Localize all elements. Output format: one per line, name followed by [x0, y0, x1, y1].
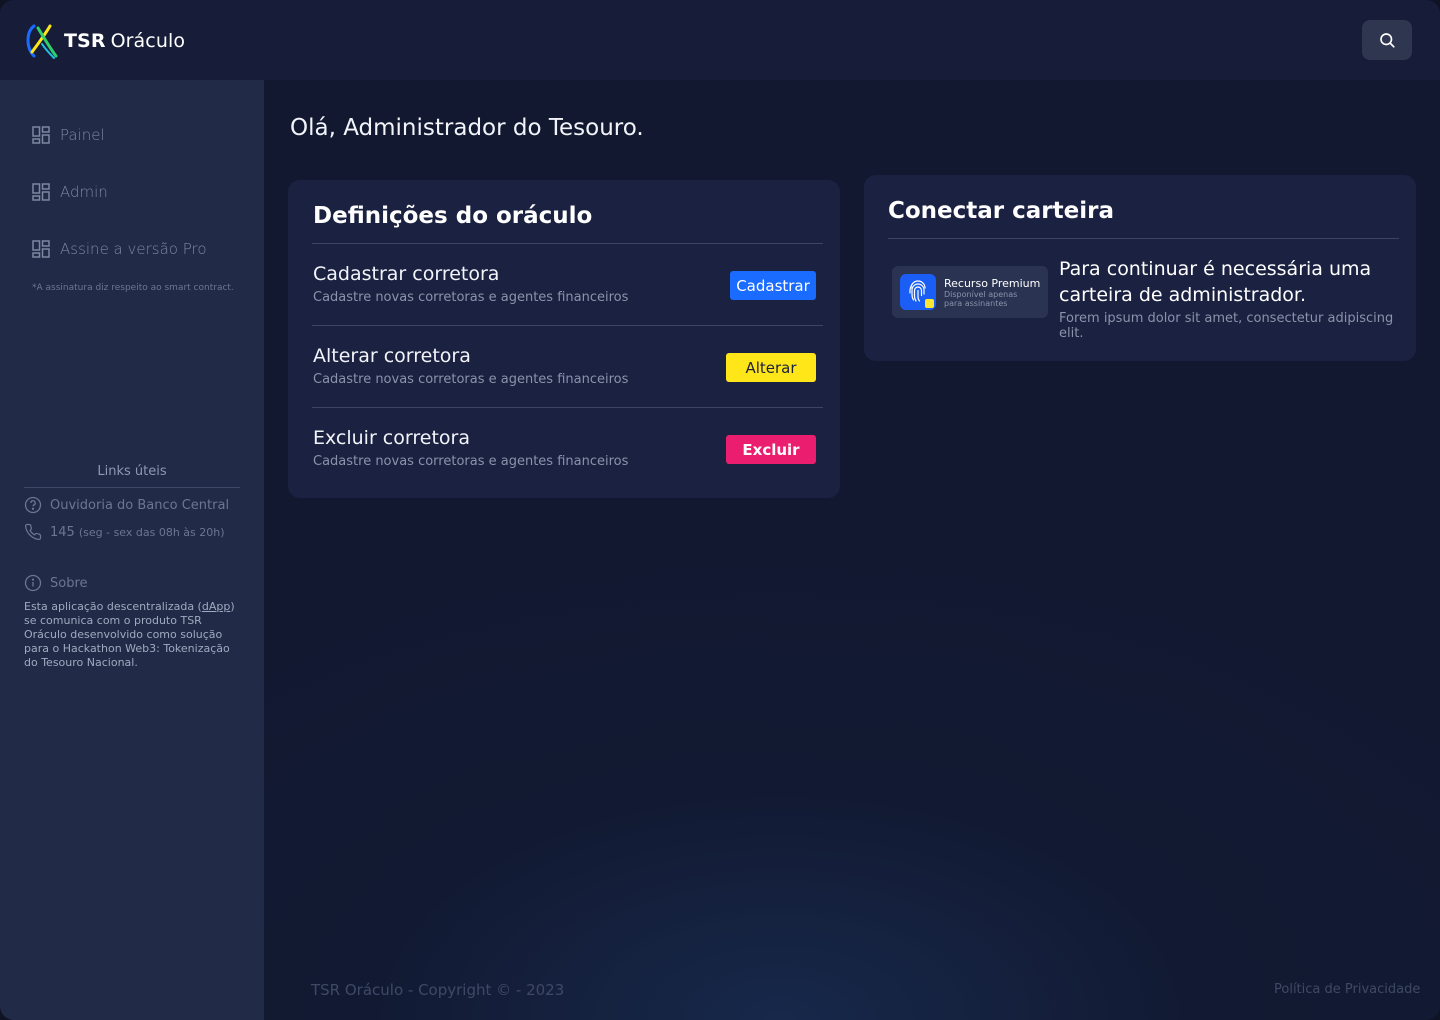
privacy-policy-link[interactable]: Política de Privacidade — [1274, 982, 1420, 997]
premium-subtitle: Disponível apenas para assinantes — [944, 289, 1018, 308]
logo-icon — [26, 24, 58, 59]
about-text: Esta aplicação descentralizada (dApp) se… — [24, 600, 240, 670]
divider — [888, 238, 1399, 239]
divider — [312, 407, 823, 408]
row-subtitle: Cadastre novas corretoras e agentes fina… — [313, 454, 629, 469]
row-title: Cadastrar corretora — [313, 263, 500, 285]
top-bar: TSR Oráculo — [0, 0, 1440, 80]
alterar-button[interactable]: Alterar — [726, 353, 816, 382]
footer-copyright: TSR Oráculo - Copyright © - 2023 — [311, 981, 565, 999]
sidebar-item-label: Painel — [60, 126, 105, 144]
row-title: Excluir corretora — [313, 427, 470, 449]
cadastrar-button[interactable]: Cadastrar — [730, 271, 816, 300]
row-subtitle: Cadastre novas corretoras e agentes fina… — [313, 372, 629, 387]
info-icon — [24, 574, 42, 592]
phone-icon — [24, 523, 42, 541]
premium-text: Recurso Premium Disponível apenas para a… — [944, 277, 1040, 308]
dashboard-icon — [32, 126, 50, 144]
divider — [312, 325, 823, 326]
greeting: Olá, Administrador do Tesouro. — [290, 115, 644, 141]
dashboard-icon — [32, 240, 50, 258]
link-phone[interactable]: 145 (seg - sex das 08h às 20h) — [24, 523, 225, 541]
connect-message: Para continuar é necessária uma carteira… — [1059, 258, 1372, 306]
phone-hours: (seg - sex das 08h às 20h) — [78, 525, 225, 539]
card-title: Definições do oráculo — [313, 203, 593, 229]
sidebar-item-admin[interactable]: Admin — [32, 180, 108, 204]
logo[interactable]: TSR Oráculo — [24, 22, 185, 60]
phone-number: 145 — [50, 524, 75, 540]
connect-description: Forem ipsum dolor sit amet, consectetur … — [1059, 311, 1394, 341]
app-window: TSROráculo Painel Admin Assine a versão — [0, 0, 1440, 1020]
dapp-link[interactable]: dApp — [202, 600, 230, 613]
sidebar-item-pro[interactable]: Assine a versão Pro — [32, 237, 207, 261]
row-title: Alterar corretora — [313, 345, 471, 367]
search-button[interactable] — [1362, 20, 1412, 60]
about-label: Sobre — [50, 575, 88, 591]
excluir-button[interactable]: Excluir — [726, 435, 816, 464]
sidebar: Painel Admin Assine a versão Pro *A assi… — [0, 80, 264, 1020]
about-text-part: Esta aplicação descentralizada ( — [24, 600, 202, 613]
divider — [312, 243, 823, 244]
sidebar-item-label: Admin — [60, 183, 108, 201]
row-subtitle: Cadastre novas corretoras e agentes fina… — [313, 290, 629, 305]
brand-suffix: Oráculo — [110, 30, 186, 52]
premium-dot — [925, 299, 934, 308]
link-ouvidoria[interactable]: Ouvidoria do Banco Central — [24, 496, 229, 514]
signature-note: *A assinatura diz respeito ao smart cont… — [32, 283, 234, 293]
dashboard-icon — [32, 183, 50, 201]
brand-bold: TSR — [64, 30, 106, 52]
fingerprint-icon — [900, 274, 936, 310]
links-title: Links úteis — [97, 464, 167, 479]
oracle-settings-card: Definições do oráculo Cadastrar corretor… — [288, 180, 840, 498]
divider — [24, 487, 240, 488]
premium-title: Recurso Premium — [944, 276, 1041, 290]
link-label: Ouvidoria do Banco Central — [50, 497, 230, 513]
premium-badge[interactable]: Recurso Premium Disponível apenas para a… — [892, 266, 1048, 318]
help-circle-icon — [24, 496, 42, 514]
connect-wallet-card: Conectar carteira Recurso Premium Dispon… — [864, 175, 1416, 361]
search-icon — [1380, 33, 1395, 48]
sidebar-item-painel[interactable]: Painel — [32, 123, 105, 147]
sidebar-item-label: Assine a versão Pro — [60, 240, 207, 258]
card-title: Conectar carteira — [888, 198, 1114, 224]
about-heading: Sobre — [24, 574, 88, 592]
brand-name: TSR Oráculo — [64, 30, 185, 52]
